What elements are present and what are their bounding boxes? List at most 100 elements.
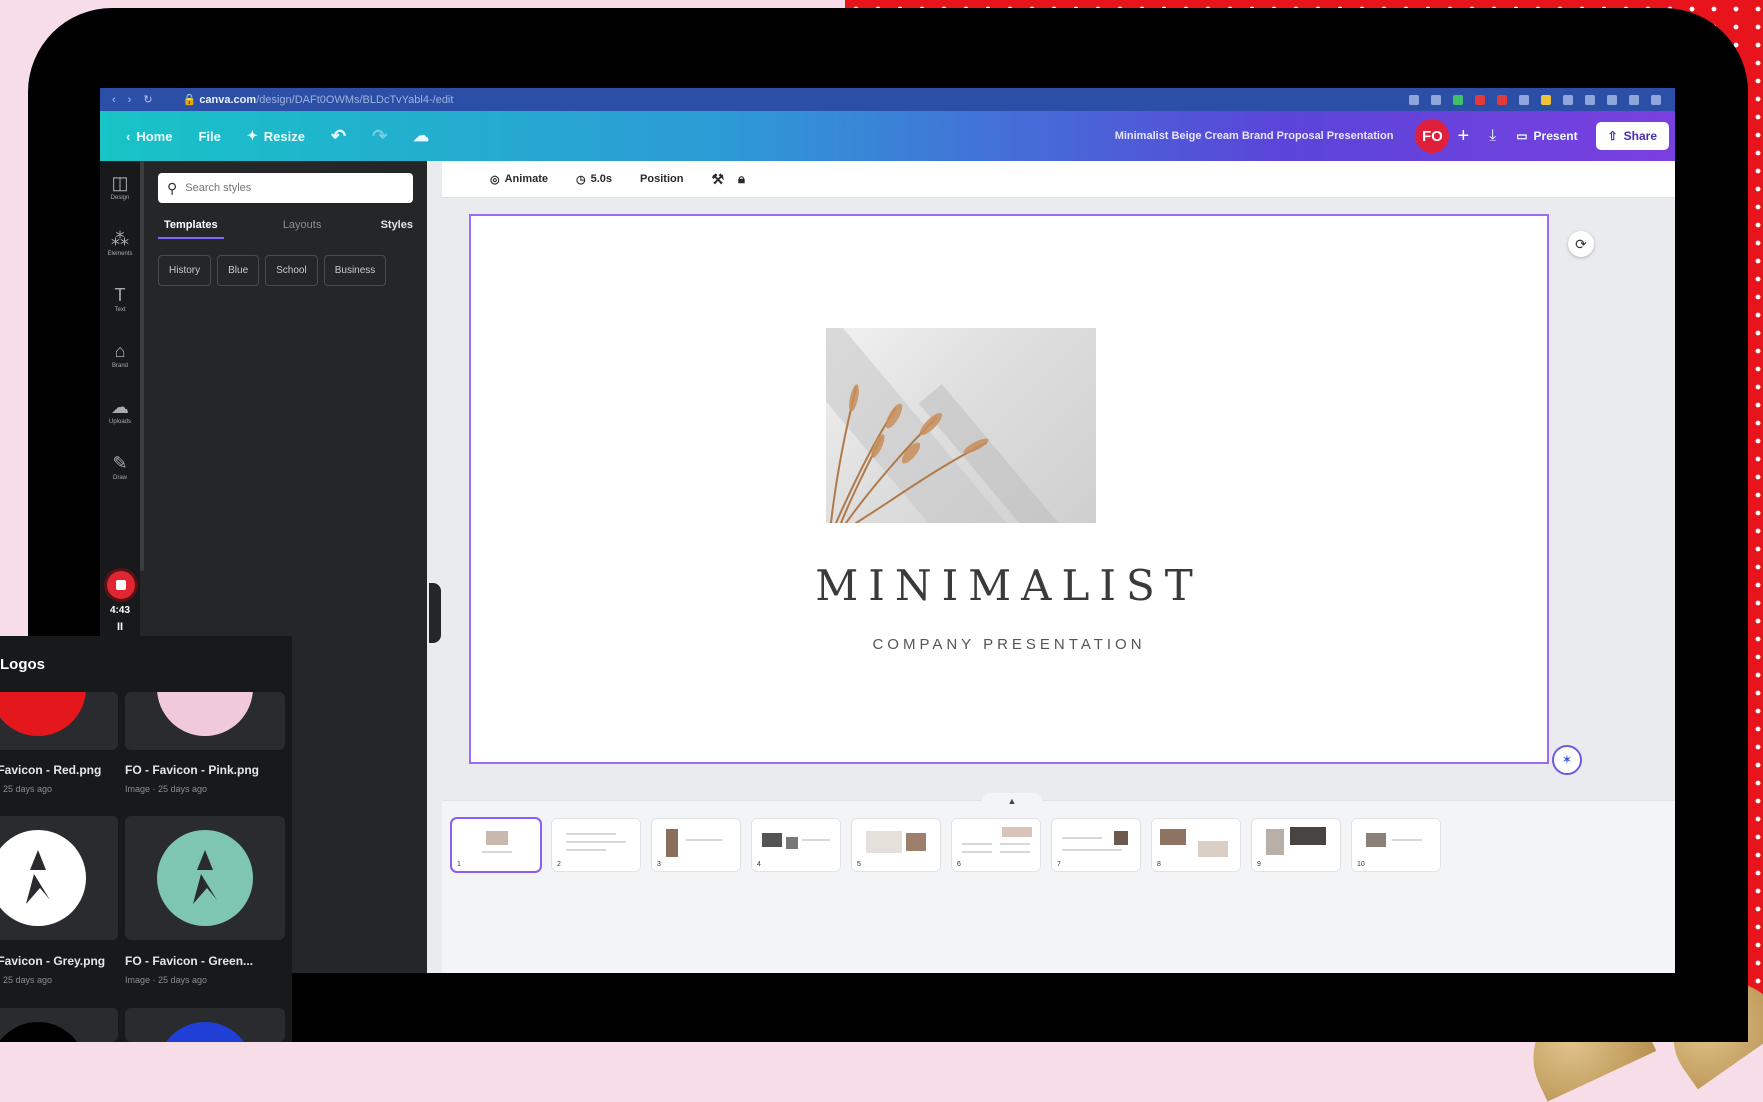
logo-tile[interactable] <box>0 1008 118 1042</box>
thumb-line <box>686 839 722 841</box>
shapes-icon: ⁂ <box>111 229 129 249</box>
extension-icon[interactable] <box>1453 94 1463 105</box>
logo-meta: Image · 25 days ago <box>125 784 208 794</box>
tab-layouts[interactable]: Layouts <box>283 219 322 239</box>
download-icon[interactable]: ⤓ <box>1489 127 1496 145</box>
slide-title[interactable]: MINIMALIST <box>471 561 1547 610</box>
extension-icon[interactable] <box>1497 94 1507 105</box>
collapse-panel-handle[interactable] <box>429 583 441 643</box>
rail-item-text[interactable]: T Text <box>100 285 140 313</box>
rail-item-uploads[interactable]: ☁ Uploads <box>100 397 140 425</box>
rail-item-elements[interactable]: ⁂ Elements <box>100 229 140 257</box>
extension-icon[interactable] <box>1519 94 1529 105</box>
logo-tile[interactable] <box>125 1008 285 1042</box>
document-title[interactable]: Minimalist Beige Cream Brand Proposal Pr… <box>1115 130 1394 142</box>
stop-recording-button[interactable] <box>107 571 135 599</box>
page-number: 4 <box>757 861 761 868</box>
home-button[interactable]: ‹ Home <box>126 129 172 144</box>
address-bar[interactable]: 🔒 canva.com/design/DAFt0OWMs/BLDcTvYabl4… <box>183 93 454 106</box>
page-thumbnail[interactable]: 4 <box>752 819 840 871</box>
search-box[interactable]: ⚲ <box>158 173 413 203</box>
page-thumbnail[interactable]: 9 <box>1252 819 1340 871</box>
thumb-line <box>1062 849 1122 851</box>
chip-school[interactable]: School <box>265 255 318 286</box>
crown-icon: ✦ <box>246 128 258 143</box>
rotate-icon[interactable]: ⟳ <box>1568 231 1594 257</box>
page-thumbnail[interactable]: 5 <box>852 819 940 871</box>
recording-timer: 4:43 <box>109 605 130 616</box>
extension-icon[interactable] <box>1409 94 1419 105</box>
browser-extensions <box>1409 94 1661 105</box>
page-thumbnail[interactable]: 1 <box>452 819 540 871</box>
text-icon: T <box>114 285 126 305</box>
slide-subtitle[interactable]: COMPANY PRESENTATION <box>471 636 1547 653</box>
puzzle-icon[interactable] <box>1585 94 1595 105</box>
panel-tabs: Templates Layouts Styles <box>158 219 413 239</box>
duration-button[interactable]: ◷ 5.0s <box>576 173 612 186</box>
avatar[interactable]: FO <box>1415 119 1450 153</box>
extension-icon[interactable] <box>1563 94 1573 105</box>
extension-icon[interactable] <box>1541 94 1551 105</box>
filter-chips: History Blue School Business <box>158 255 387 286</box>
redo-button[interactable]: ↷ <box>372 126 387 147</box>
page-number: 6 <box>957 861 961 868</box>
tab-styles[interactable]: Styles <box>381 219 413 239</box>
thumb-image <box>1290 827 1326 845</box>
share-button[interactable]: ⇧ Share <box>1595 122 1669 150</box>
rail-item-draw[interactable]: ✎ Draw <box>100 453 140 481</box>
page-thumbnail[interactable]: 2 <box>552 819 640 871</box>
url-path: /design/DAFt0OWMs/BLDcTvYabl4-/edit <box>256 94 454 106</box>
extension-icon[interactable] <box>1475 94 1485 105</box>
download-icon[interactable] <box>1607 94 1617 105</box>
add-collaborator-button[interactable]: + <box>1457 125 1469 148</box>
thumb-line <box>566 833 616 835</box>
chip-business[interactable]: Business <box>323 255 387 286</box>
page-number: 3 <box>657 861 661 868</box>
page-thumbnail[interactable]: 7 <box>1052 819 1140 871</box>
undo-button[interactable]: ↶ <box>331 126 346 147</box>
panel-scrollbar[interactable] <box>140 161 144 571</box>
tab-templates[interactable]: Templates <box>158 219 224 239</box>
position-button[interactable]: Position <box>640 173 683 185</box>
thumb-image <box>762 833 782 847</box>
chip-history[interactable]: History <box>158 255 212 286</box>
cloud-save-icon[interactable]: ☁ <box>413 126 429 146</box>
page-thumbnail[interactable]: 10 <box>1352 819 1440 871</box>
brand-icon: ⌂ <box>114 341 126 361</box>
thumb-image <box>1266 829 1284 855</box>
window-icon[interactable] <box>1629 94 1639 105</box>
page-thumbnail[interactable]: 8 <box>1152 819 1240 871</box>
file-menu-button[interactable]: File <box>198 129 220 144</box>
star-icon[interactable] <box>1431 94 1441 105</box>
chevron-up-icon[interactable]: ▲ <box>982 793 1042 809</box>
slide-canvas[interactable]: MINIMALIST COMPANY PRESENTATION <box>469 214 1549 764</box>
search-input[interactable] <box>183 181 398 195</box>
thumb-image <box>1114 831 1128 845</box>
page-thumbnail[interactable]: 3 <box>652 819 740 871</box>
paint-roller-icon[interactable]: ⚒ <box>711 171 724 188</box>
chip-blue[interactable]: Blue <box>217 255 260 286</box>
animate-button[interactable]: ◎ Animate <box>490 173 548 186</box>
page-number: 5 <box>857 861 861 868</box>
rail-item-brand[interactable]: ⌂ Brand <box>100 341 140 369</box>
page-number: 2 <box>557 861 561 868</box>
logo-tile-grey[interactable] <box>0 816 118 940</box>
browser-nav-icons[interactable]: ‹›↻ <box>112 93 165 106</box>
rail-item-design[interactable]: ◫ Design <box>100 173 140 201</box>
resize-button[interactable]: ✦ Resize <box>247 128 305 144</box>
editor-topbar: ‹ Home File ✦ Resize ↶ ↷ ☁ Minimalist Beig… <box>100 111 1675 161</box>
slide-photo[interactable] <box>826 328 1096 523</box>
page-thumbnail[interactable]: 6 <box>952 819 1040 871</box>
lock-icon[interactable]: 🔒︎ <box>738 171 745 187</box>
present-button[interactable]: ▭ Present <box>1516 129 1577 143</box>
logo-tile-green[interactable] <box>125 816 285 940</box>
animate-icon: ◎ <box>490 173 500 186</box>
screen: ‹›↻ 🔒 canva.com/design/DAFt0OWMs/BLDcTvY… <box>100 88 1675 973</box>
logo-tile-pink[interactable] <box>125 692 285 750</box>
home-label: Home <box>136 128 173 144</box>
pause-recording-button[interactable]: II <box>100 621 140 633</box>
profile-icon[interactable] <box>1651 94 1661 105</box>
magic-assist-icon[interactable]: ✶ <box>1552 745 1582 775</box>
logo-tile-red[interactable] <box>0 692 118 750</box>
thumb-image <box>486 831 508 845</box>
